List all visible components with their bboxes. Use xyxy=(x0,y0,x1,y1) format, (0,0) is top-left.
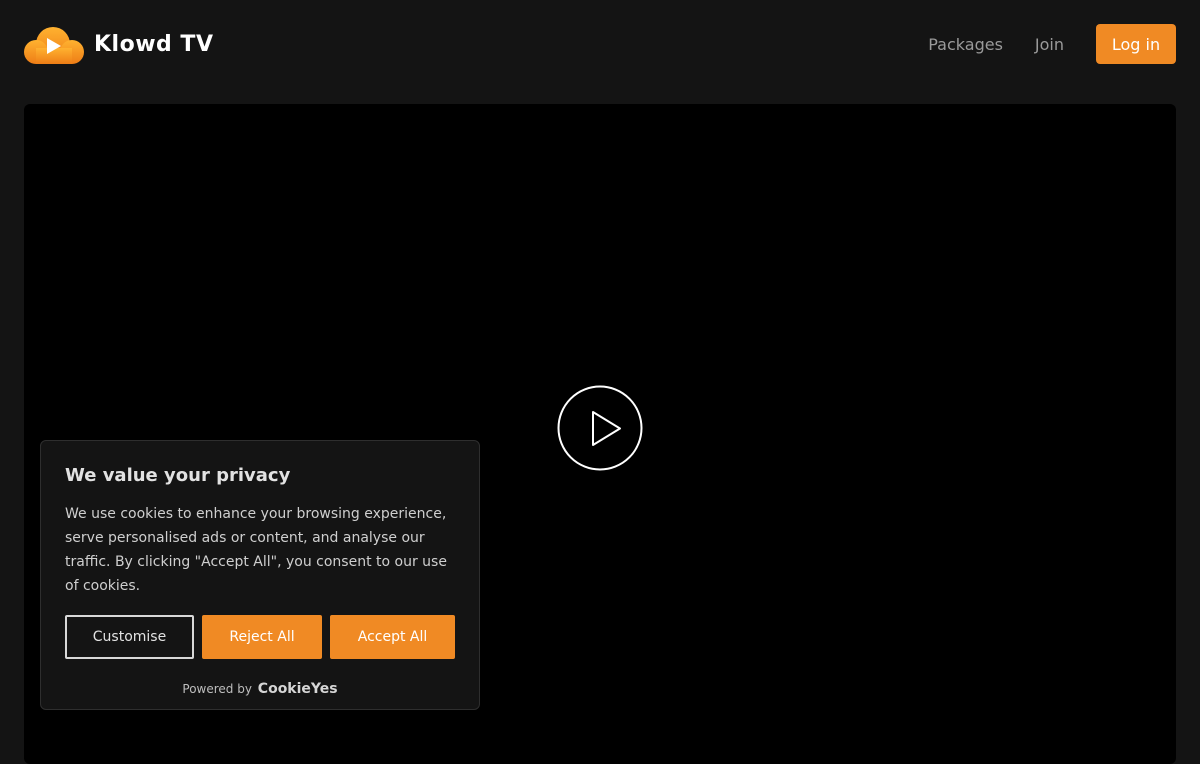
play-icon xyxy=(557,385,643,471)
brand-name: Klowd TV xyxy=(94,31,214,57)
brand-logo-link[interactable]: Klowd TV xyxy=(24,24,213,64)
nav-packages[interactable]: Packages xyxy=(928,35,1003,54)
login-button[interactable]: Log in xyxy=(1096,24,1176,64)
cookieyes-logo[interactable]: CookieYes xyxy=(258,681,338,697)
cookie-title: We value your privacy xyxy=(65,465,291,486)
customise-button[interactable]: Customise xyxy=(65,615,194,659)
powered-by-label: Powered by xyxy=(182,682,252,696)
cookie-description: We use cookies to enhance your browsing … xyxy=(65,506,447,594)
cookie-consent-banner: We value your privacy We use cookies to … xyxy=(40,440,480,710)
accept-all-button[interactable]: Accept All xyxy=(330,615,455,659)
main-nav: Packages Join Log in xyxy=(928,24,1176,64)
nav-join[interactable]: Join xyxy=(1035,35,1064,54)
reject-all-button[interactable]: Reject All xyxy=(202,615,322,659)
powered-by: Powered by CookieYes xyxy=(65,681,455,697)
play-button[interactable] xyxy=(557,385,643,471)
cloud-play-icon xyxy=(24,27,84,64)
cookie-actions: Customise Reject All Accept All xyxy=(65,615,455,659)
site-header: Klowd TV Packages Join Log in xyxy=(0,0,1200,88)
